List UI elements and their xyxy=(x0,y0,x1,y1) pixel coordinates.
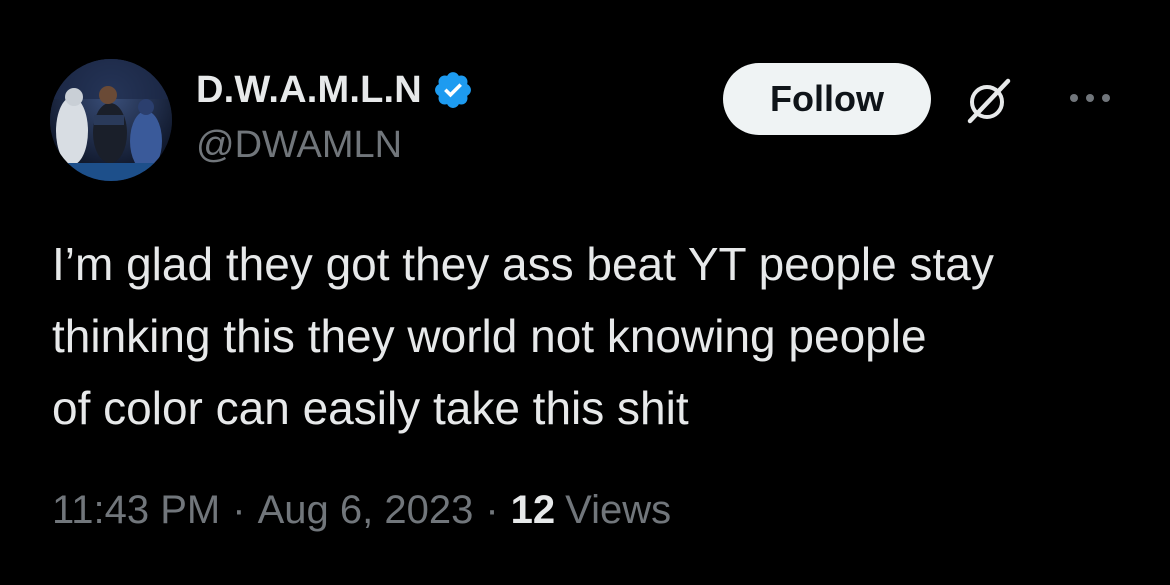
views-label: Views xyxy=(565,488,672,532)
tweet-card: D.W.A.M.L.N @DWAMLN Follow I’m glad they… xyxy=(0,0,1170,585)
name-row: D.W.A.M.L.N xyxy=(196,66,474,114)
tweet-time[interactable]: 11:43 PM xyxy=(52,488,220,533)
grok-icon[interactable] xyxy=(962,73,1016,127)
follow-button[interactable]: Follow xyxy=(723,63,931,135)
display-name[interactable]: D.W.A.M.L.N xyxy=(196,69,422,112)
avatar[interactable] xyxy=(50,59,172,181)
meta-separator: · xyxy=(232,488,246,532)
tweet-date[interactable]: Aug 6, 2023 xyxy=(258,488,474,533)
verified-badge-icon xyxy=(435,72,471,108)
tweet-text: I’m glad they got they ass beat YT peopl… xyxy=(52,238,994,434)
more-dots-icon[interactable] xyxy=(1066,86,1114,110)
user-handle[interactable]: @DWAMLN xyxy=(196,124,402,167)
views-count: 12 xyxy=(510,488,556,532)
meta-separator: · xyxy=(485,488,499,532)
tweet-meta: 11:43 PM · Aug 6, 2023 · 12 Views xyxy=(52,488,671,533)
